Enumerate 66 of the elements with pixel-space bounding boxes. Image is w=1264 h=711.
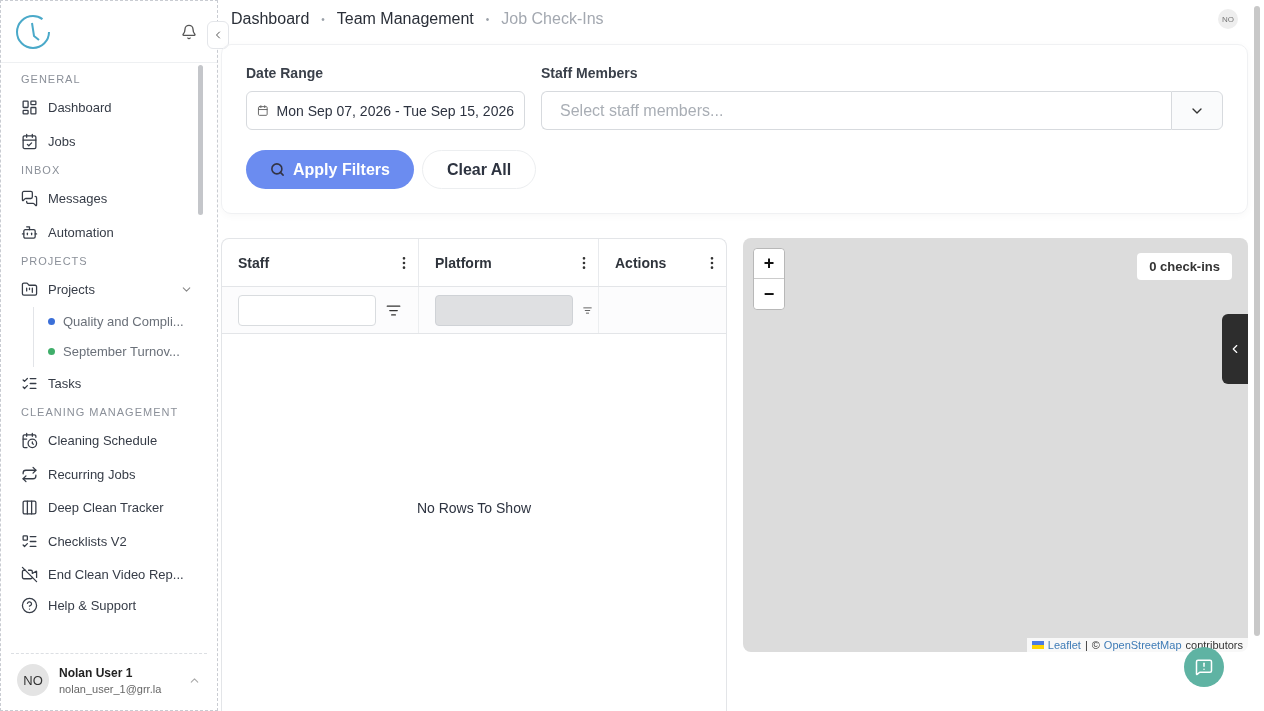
calendar-icon <box>21 132 38 150</box>
dashboard-icon <box>21 99 38 117</box>
clock-logo <box>15 13 51 50</box>
video-off-icon <box>21 566 38 584</box>
nav-item[interactable]: Checklists V2 <box>1 524 213 558</box>
column-header[interactable]: Platform <box>419 239 599 286</box>
attribution-text: contributors <box>1185 639 1243 651</box>
breadcrumb-separator: • <box>321 13 325 25</box>
feedback-button[interactable] <box>1184 647 1224 687</box>
search-icon <box>270 162 285 177</box>
section-label: CLEANING MANAGEMENT <box>20 406 180 418</box>
nav-item[interactable]: Messages <box>1 182 213 216</box>
user-email: nolan_user_1@grr.la <box>59 682 162 695</box>
nav-item[interactable]: Dashboard <box>1 91 213 125</box>
field-label: Date Range <box>246 65 325 81</box>
robot-icon <box>21 223 38 241</box>
breadcrumb-separator: • <box>485 13 490 25</box>
project-item[interactable]: Quality and Compli... <box>34 306 213 337</box>
clear-all-button[interactable]: Clear All <box>421 150 537 189</box>
nav-item[interactable]: Cleaning Schedule <box>1 424 213 458</box>
flag-icon <box>1031 641 1044 649</box>
nav-item[interactable]: Jobs <box>1 124 213 158</box>
repeat-icon <box>21 465 38 483</box>
copyright-sign: © <box>1091 639 1100 651</box>
check-in-count: 0 check-ins <box>1137 253 1232 280</box>
breadcrumb-link[interactable]: Team Management <box>336 10 474 28</box>
nav-item[interactable]: Deep Clean Tracker <box>1 491 213 525</box>
nav-item[interactable]: Projects <box>1 273 213 307</box>
user-avatar: NO <box>17 664 49 696</box>
bell-icon[interactable] <box>181 23 197 40</box>
breadcrumb-link[interactable]: Dashboard <box>231 10 310 28</box>
help-icon <box>21 597 38 614</box>
openstreetmap-link[interactable]: OpenStreetMap <box>1103 639 1182 651</box>
section-label: GENERAL <box>20 73 82 85</box>
side-panel-toggle[interactable] <box>1222 314 1248 384</box>
zoom-in-button[interactable]: + <box>754 249 784 279</box>
empty-message: No Rows To Show <box>416 499 532 516</box>
columns-icon <box>21 499 38 517</box>
filter-input[interactable] <box>238 294 376 326</box>
field-label: Staff Members <box>541 65 639 81</box>
column-header[interactable]: Staff <box>222 239 419 286</box>
chat-bubbles-icon <box>21 190 38 208</box>
nav-item[interactable]: Recurring Jobs <box>1 457 213 491</box>
nav-item[interactable]: Tasks <box>1 366 213 400</box>
list-icon <box>21 532 38 550</box>
staff-select-field[interactable]: Select staff members... <box>541 91 1171 130</box>
calendar-icon <box>257 104 269 117</box>
collapse-sidebar-button[interactable] <box>207 21 229 49</box>
project-item[interactable]: September Turnov... <box>34 336 213 367</box>
header-avatar[interactable]: NO <box>1218 9 1238 29</box>
section-label: PROJECTS <box>20 255 89 267</box>
message-alert-icon <box>1195 658 1213 676</box>
column-header[interactable]: Actions <box>599 239 726 286</box>
nav-item[interactable]: Automation <box>1 215 213 249</box>
dropdown-button[interactable] <box>1171 91 1223 130</box>
scrollbar[interactable] <box>1254 6 1260 636</box>
leaflet-link[interactable]: Leaflet <box>1047 639 1081 651</box>
user-name: Nolan User 1 <box>59 665 134 680</box>
nav-item[interactable]: End Clean Video Rep... <box>1 558 213 592</box>
folder-icon <box>21 281 38 299</box>
date-range-field[interactable]: Mon Sep 07, 2026 - Tue Sep 15, 2026 <box>246 91 525 130</box>
calendar-icon <box>21 432 38 450</box>
nav-item[interactable]: Help & Support <box>1 591 213 620</box>
section-label: INBOX <box>20 164 62 176</box>
attribution-separator: | <box>1084 639 1088 651</box>
filter-icon[interactable] <box>386 302 401 318</box>
